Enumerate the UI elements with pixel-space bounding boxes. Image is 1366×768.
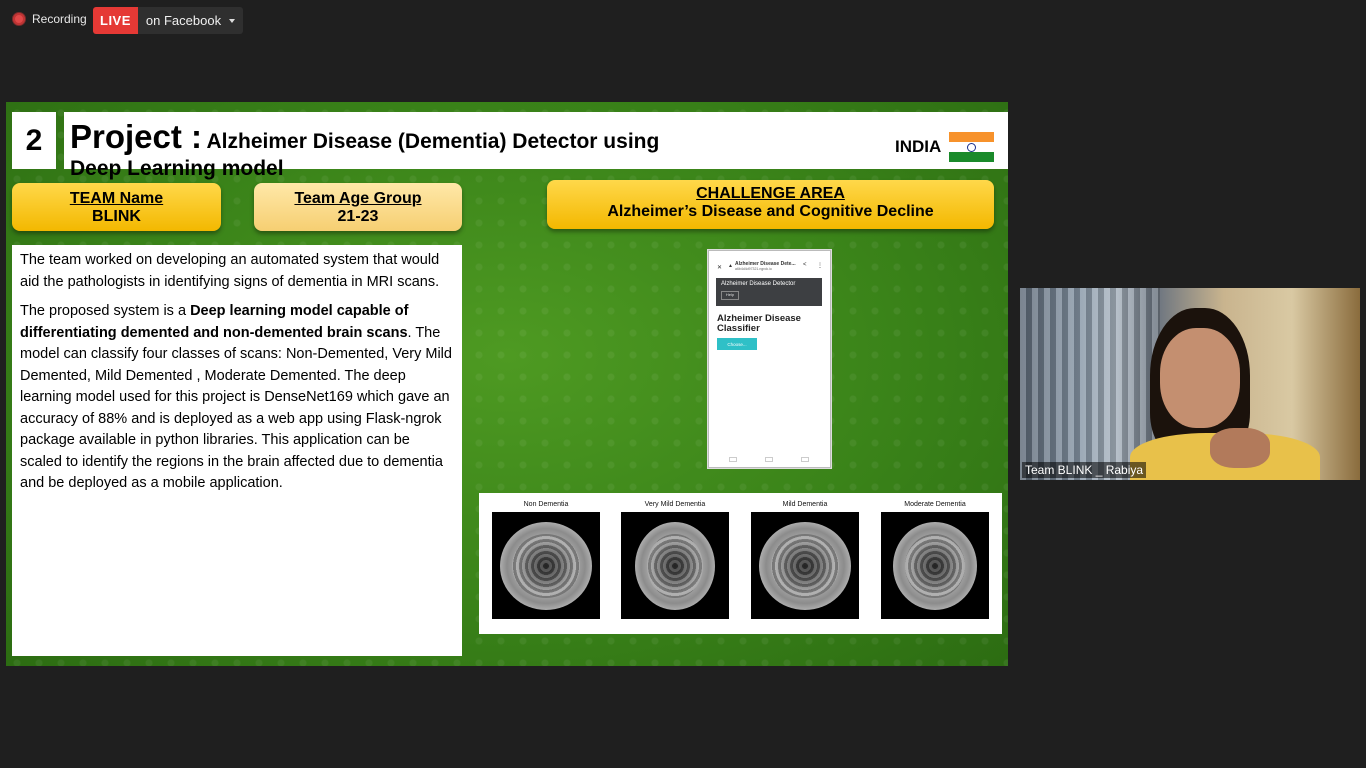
age-group-value: 21-23 [337, 208, 379, 225]
age-group-card: Team Age Group 21-23 [254, 183, 462, 231]
description-paragraph-1: The team worked on developing an automat… [20, 252, 440, 290]
title-prefix: Project : [70, 118, 203, 155]
live-badge: LIVE [93, 7, 138, 34]
age-group-label: Team Age Group [294, 190, 422, 207]
team-name-label: TEAM Name [69, 190, 164, 207]
chevron-down-icon [229, 18, 236, 23]
project-description: The team worked on developing an automat… [12, 245, 462, 656]
mri-label: Non Dementia [523, 501, 569, 508]
challenge-area-label: CHALLENGE AREA [696, 185, 845, 202]
close-icon: ✕ [717, 265, 723, 271]
app-page-title: Alzheimer Disease Classifier [717, 314, 801, 334]
brain-scan-image [621, 512, 729, 619]
record-icon [12, 12, 26, 26]
app-screenshot: ✕ ▲ Alzheimer Disease Dete... a6b4d4d973… [708, 250, 831, 468]
warning-icon: ▲ [728, 263, 733, 269]
project-number: 2 [12, 112, 56, 169]
phone-nav-bar [729, 457, 809, 463]
brain-scan-image [751, 512, 859, 619]
description-paragraph-2: The proposed system is a Deep learning m… [20, 301, 454, 495]
mri-label: Very Mild Dementia [644, 501, 706, 508]
brain-scan-image [492, 512, 600, 619]
app-page-title-line-2: Classifier [717, 323, 760, 334]
help-button: Help [721, 291, 739, 300]
browser-tab-bar: ✕ ▲ Alzheimer Disease Dete... a6b4d4d973… [709, 259, 830, 277]
mri-example-moderate-dementia: Moderate Dementia [881, 501, 989, 619]
title-line-1: Alzheimer Disease (Dementia) Detector us… [206, 130, 660, 153]
participant-video-tile[interactable]: Team BLINK _ Rabiya [1020, 288, 1360, 480]
para2-text-end: . The model can classify four classes of… [20, 324, 452, 492]
mri-example-very-mild-dementia: Very Mild Dementia [621, 501, 729, 619]
india-flag-icon [949, 132, 994, 162]
title-line-2: Deep Learning model [70, 157, 284, 180]
live-destination-dropdown[interactable]: on Facebook [137, 7, 244, 34]
participant-name: Team BLINK _ Rabiya [1022, 462, 1147, 478]
challenge-area-card: CHALLENGE AREA Alzheimer’s Disease and C… [547, 180, 994, 229]
choose-file-button: Choose... [717, 338, 757, 350]
recording-indicator: Recording [12, 12, 87, 26]
live-stream-control[interactable]: LIVE on Facebook [93, 7, 244, 34]
more-icon: ⋮ [817, 263, 823, 269]
tab-url: a6b4d4d97321.ngrok.io [735, 267, 772, 271]
mri-example-non-dementia: Non Dementia [492, 501, 600, 619]
mri-label: Moderate Dementia [904, 501, 966, 508]
live-destination-label: on Facebook [145, 13, 222, 28]
shared-slide: 2 Project : Alzheimer Disease (Dementia)… [6, 102, 1008, 666]
mri-example-mild-dementia: Mild Dementia [751, 501, 859, 619]
project-title: Project : Alzheimer Disease (Dementia) D… [70, 118, 659, 156]
challenge-area-value: Alzheimer’s Disease and Cognitive Declin… [607, 203, 934, 220]
country-label: INDIA [895, 137, 942, 156]
para2-text-start: The proposed system is a [20, 303, 191, 319]
team-name-card: TEAM Name BLINK [12, 183, 221, 231]
team-name-value: BLINK [92, 208, 141, 225]
brain-scan-image [881, 512, 989, 619]
title-bar: Project : Alzheimer Disease (Dementia) D… [64, 112, 1008, 180]
mri-examples-panel: Non Dementia Very Mild Dementia Mild Dem… [479, 493, 1002, 634]
recording-label: Recording [32, 12, 87, 26]
mri-label: Mild Dementia [782, 501, 828, 508]
app-header: Alzheimer Disease Detector Help [716, 278, 822, 306]
app-header-title: Alzheimer Disease Detector [721, 281, 796, 287]
share-icon: < [803, 262, 807, 268]
